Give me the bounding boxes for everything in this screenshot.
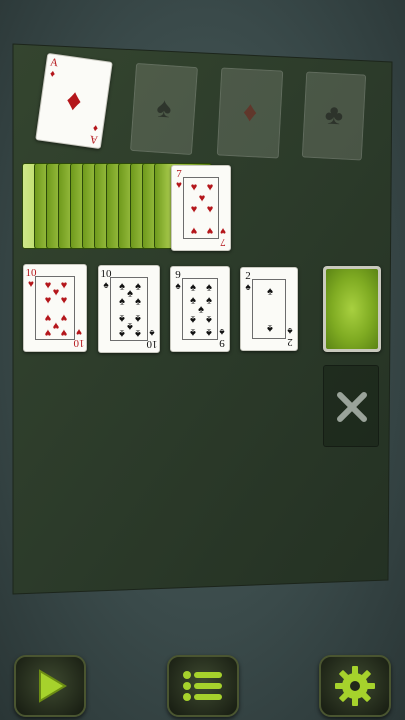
card-index: A ♦ [49,56,59,81]
play-icon [39,669,67,703]
spade-icon: ♠ [119,312,125,325]
menu-button[interactable] [167,655,239,717]
stock-top-card[interactable]: 7 ♥ ♥ ♥ ♥ ♥ ♥ ♥ ♥ 7 ♥ [171,165,231,251]
spade-icon: ♠ [190,281,196,294]
diamond-icon: ♦ [242,96,258,129]
tableau-card-2-spades[interactable]: 2 ♠ ♠ ♠ 2 ♠ [240,267,298,351]
tableau-card-9-spades[interactable]: 9 ♠ ♠ ♠ ♠ ♠ ♠ ♠ ♠ ♠ ♠ 9 ♠ [170,266,230,352]
reserve-slot[interactable] [323,266,381,352]
heart-icon: ♥ [190,181,198,194]
spade-icon: ♠ [135,312,141,325]
heart-icon: ♥ [44,294,52,307]
tableau-card-10-spades[interactable]: 10 ♠ ♠ ♠ ♠ ♠ ♠ ♠ ♠ ♠ ♠ ♠ 10 ♠ [98,265,160,353]
card-index: A ♦ [89,121,99,146]
spade-icon: ♠ [135,295,141,308]
heart-icon: ♥ [44,326,52,339]
spade-icon: ♠ [267,322,273,335]
spade-icon: ♠ [206,313,212,326]
foundation-ace-diamonds[interactable]: A ♦ ♦ A ♦ [35,52,113,150]
heart-icon: ♥ [206,181,214,194]
heart-icon: ♥ [60,326,68,339]
spade-icon: ♠ [135,327,141,340]
spade-icon: ♠ [206,294,212,307]
spade-icon: ♠ [155,92,173,125]
gear-icon [335,666,375,706]
heart-icon: ♥ [44,279,52,292]
card-index: 2 ♠ [287,325,293,348]
spade-icon: ♠ [190,313,196,326]
spade-icon: ♠ [267,285,273,298]
spade-icon: ♠ [190,326,196,339]
card-index: 10 ♥ [73,326,85,349]
card-back [326,269,378,349]
settings-button[interactable] [319,655,391,717]
spade-icon: ♠ [198,303,204,316]
spade-icon: ♠ [135,280,141,293]
discard-slot[interactable] [323,365,379,447]
spade-icon: ♠ [206,281,212,294]
foundation-slot-diamonds[interactable]: ♦ [216,67,284,159]
card-index: 10 ♠ [146,327,158,350]
heart-icon: ♥ [206,224,214,237]
club-icon: ♣ [324,99,345,132]
spade-icon: ♠ [119,327,125,340]
heart-icon: ♥ [206,203,214,216]
card-index: 7 ♥ [220,225,226,248]
play-button[interactable] [14,655,86,717]
menu-list-icon [183,671,222,701]
heart-icon: ♥ [190,224,198,237]
heart-icon: ♥ [60,279,68,292]
heart-icon: ♥ [44,311,52,324]
foundation-slot-spades[interactable]: ♠ [130,62,198,156]
heart-icon: ♥ [52,286,60,299]
spade-icon: ♠ [206,326,212,339]
card-index: 9 ♠ [219,326,225,349]
diamond-icon: ♦ [64,83,84,118]
heart-icon: ♥ [198,192,206,205]
spade-icon: ♠ [127,320,133,333]
x-icon [337,392,367,422]
spade-icon: ♠ [127,287,133,300]
heart-icon: ♥ [190,203,198,216]
spade-icon: ♠ [119,295,125,308]
heart-icon: ♥ [52,319,60,332]
foundation-slot-clubs[interactable]: ♣ [301,71,367,161]
tableau-card-10-hearts[interactable]: 10 ♥ ♥ ♥ ♥ ♥ ♥ ♥ ♥ ♥ ♥ ♥ 10 ♥ [23,264,87,352]
spade-icon: ♠ [119,280,125,293]
spade-icon: ♠ [190,294,196,307]
heart-icon: ♥ [60,311,68,324]
heart-icon: ♥ [60,294,68,307]
pip-panel [183,177,219,239]
